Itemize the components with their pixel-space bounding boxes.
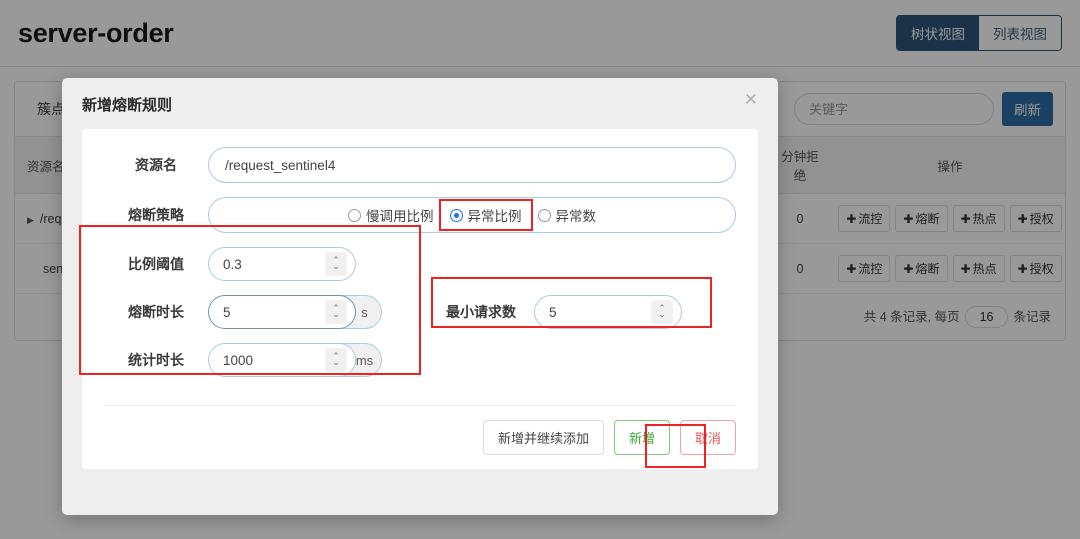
label-ratio-threshold: 比例阈值 — [128, 256, 184, 272]
degrade-duration-input[interactable] — [209, 296, 325, 328]
number-stepper-icon[interactable]: ⌃ ⌄ — [651, 300, 673, 324]
cancel-button[interactable]: 取消 — [679, 420, 736, 455]
radio-dot-icon — [537, 208, 551, 222]
min-request-field: ⌃⌄ — [534, 295, 682, 329]
radio-label: 异常数 — [555, 209, 597, 224]
stat-duration-input[interactable] — [209, 344, 325, 376]
radio-dot-icon — [348, 208, 361, 222]
dialog-header: 新增熔断规则 ✕ — [62, 78, 778, 125]
field-stat-duration: 统计时长 ⌃⌄ ms — [104, 343, 736, 377]
field-ratio-threshold: 比例阈值 ⌃⌄ — [104, 247, 736, 281]
field-resource-name: 资源名 — [104, 147, 736, 183]
number-stepper-icon[interactable]: ⌃ ⌄ — [325, 348, 347, 372]
min-request-input[interactable] — [535, 296, 651, 328]
field-strategy: 熔断策略 慢调用比例 异常比例 异常数 — [104, 197, 736, 233]
radio-dot-icon — [449, 208, 463, 222]
label-resource-name: 资源名 — [135, 157, 177, 173]
add-degrade-rule-dialog: 新增熔断规则 ✕ 资源名 熔断策略 慢调用比例 异常比例 — [62, 78, 778, 515]
close-icon[interactable]: ✕ — [738, 90, 764, 109]
label-min-request: 最小请求数 — [446, 304, 516, 320]
field-degrade-duration: 熔断时长 ⌃⌄ s 最小请求数 ⌃⌄ — [104, 295, 736, 329]
number-stepper-icon[interactable]: ⌃ ⌄ — [325, 300, 347, 324]
degrade-duration-field: ⌃⌄ — [208, 295, 356, 329]
label-degrade-duration: 熔断时长 — [128, 304, 184, 320]
radio-slow-call-ratio[interactable]: 慢调用比例 — [340, 202, 442, 228]
add-and-continue-button[interactable]: 新增并继续添加 — [482, 420, 604, 455]
stat-duration-field: ⌃⌄ — [208, 343, 356, 377]
dialog-body: 资源名 熔断策略 慢调用比例 异常比例 异常数 — [79, 129, 758, 469]
label-strategy: 熔断策略 — [128, 207, 184, 223]
number-stepper-icon[interactable]: ⌃ ⌄ — [325, 252, 347, 276]
radio-exception-ratio[interactable]: 异常比例 — [438, 199, 533, 231]
ratio-threshold-field: ⌃⌄ — [208, 247, 356, 281]
radio-exception-count[interactable]: 异常数 — [530, 202, 605, 228]
radio-label: 异常比例 — [467, 209, 522, 224]
field-min-request: 最小请求数 ⌃⌄ — [446, 295, 682, 329]
ratio-threshold-group: ⌃⌄ — [208, 247, 356, 281]
resource-name-input[interactable] — [208, 147, 736, 183]
submit-button[interactable]: 新增 — [613, 420, 670, 455]
radio-label: 慢调用比例 — [366, 209, 434, 224]
ratio-threshold-input[interactable] — [209, 248, 325, 280]
degrade-duration-group: ⌃⌄ s — [208, 295, 382, 329]
label-stat-duration: 统计时长 — [128, 352, 184, 368]
dialog-footer: 新增并继续添加 新增 取消 — [104, 405, 736, 455]
strategy-radio-group: 慢调用比例 异常比例 异常数 — [208, 197, 736, 233]
dialog-title: 新增熔断规则 — [82, 97, 173, 114]
stat-duration-group: ⌃⌄ ms — [208, 343, 382, 377]
